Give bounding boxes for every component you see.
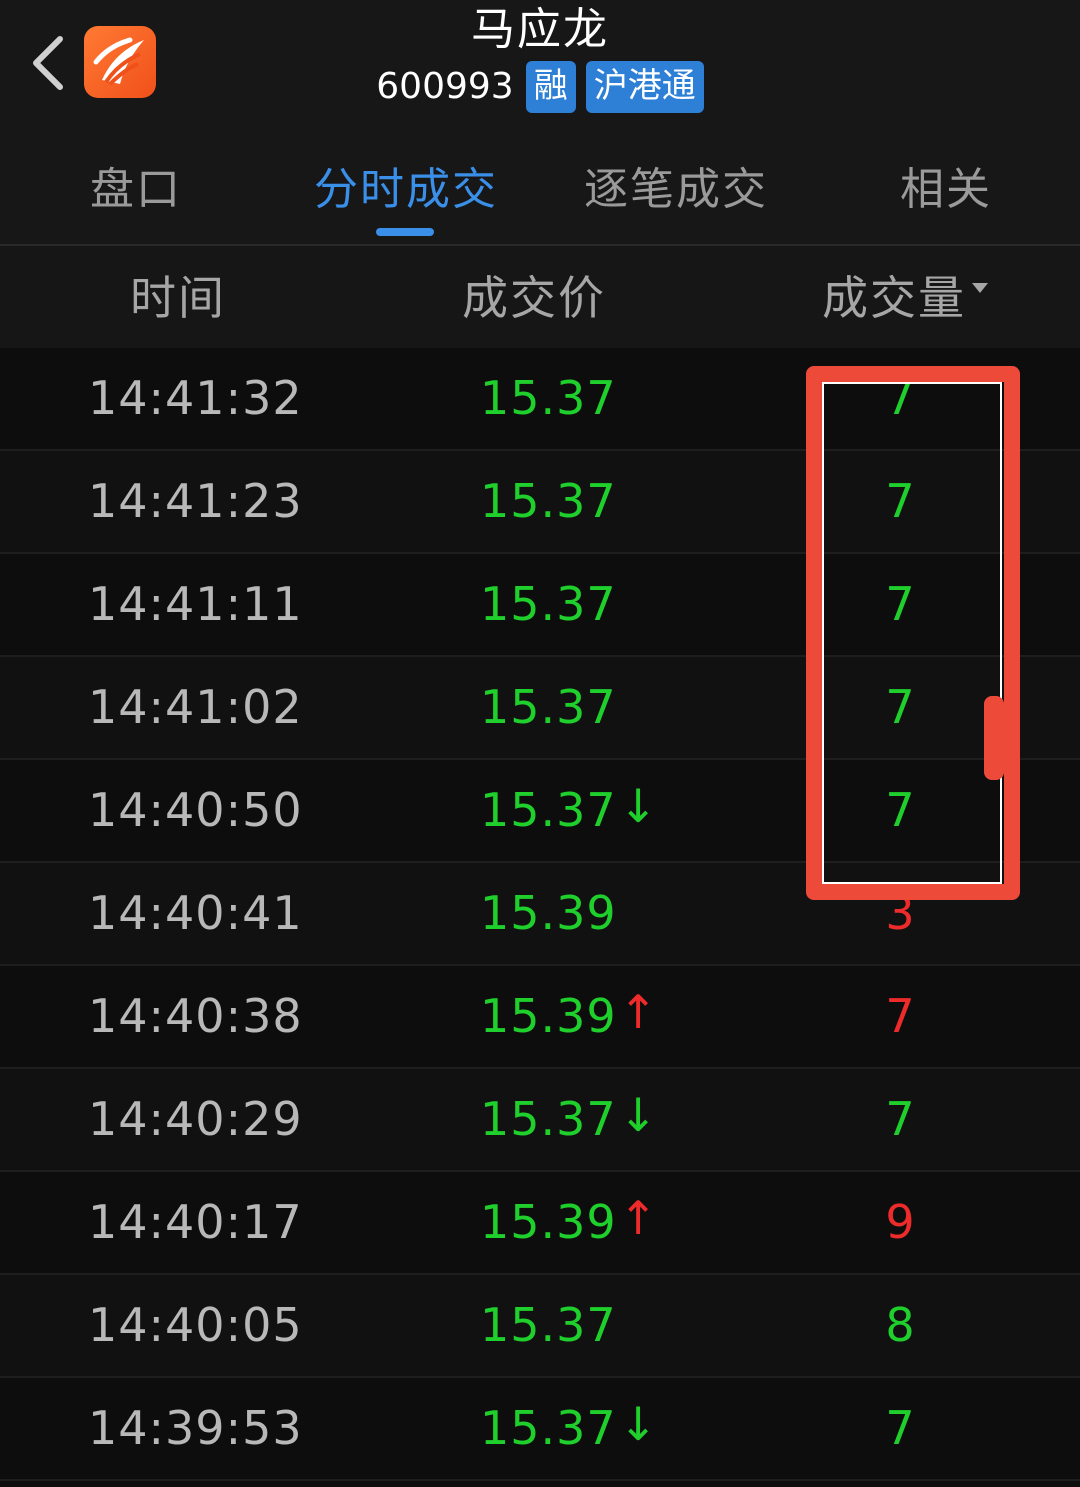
table-row[interactable]: 14:41:02 15.37 7: [0, 657, 1080, 760]
trade-list[interactable]: 14:41:32 15.37 7 14:41:23 15.37 7 14:41:11 15.3…: [0, 348, 1080, 1481]
trade-volume: 3: [885, 886, 915, 940]
stock-connect-badge: 沪港通: [585, 61, 704, 113]
table-row[interactable]: 14:39:53 15.37↓ 7: [0, 1378, 1080, 1481]
trade-volume: 7: [885, 680, 915, 734]
trade-price-value: 15.37: [480, 680, 617, 734]
margin-badge: 融: [525, 61, 576, 113]
trade-price: 15.37↓: [480, 1397, 659, 1458]
trade-time: 14:40:41: [88, 886, 303, 940]
trade-time: 14:41:02: [88, 680, 303, 734]
table-header: 时间 成交价 成交量: [0, 246, 1080, 348]
trade-price-value: 15.39: [480, 989, 617, 1043]
trade-volume: 7: [885, 371, 915, 425]
header-bar: 马应龙 600993 融 沪港通: [0, 0, 1080, 130]
trade-time: 14:40:29: [88, 1092, 303, 1146]
table-row[interactable]: 14:40:38 15.39↑ 7: [0, 966, 1080, 1069]
trade-time: 14:41:32: [88, 371, 303, 425]
tab-order-book[interactable]: 盘口: [88, 160, 184, 220]
scrollbar-thumb[interactable]: [984, 696, 1004, 780]
trade-price: 15.39↑: [480, 1191, 659, 1252]
trade-volume: 7: [885, 989, 915, 1043]
trade-time: 14:40:50: [88, 783, 303, 837]
trade-price: 15.39↑: [480, 985, 659, 1046]
stock-code: 600993: [376, 66, 514, 107]
trade-price-value: 15.37: [480, 1298, 617, 1352]
trade-price: 15.37↓: [480, 1088, 659, 1149]
trade-time: 14:40:38: [88, 989, 303, 1043]
trade-volume: 7: [885, 577, 915, 631]
tab-time-trades[interactable]: 分时成交: [310, 160, 502, 220]
arrow-down-icon: ↓: [618, 1088, 659, 1142]
table-row[interactable]: 14:41:32 15.37 7: [0, 348, 1080, 451]
column-header-volume[interactable]: 成交量: [822, 268, 988, 328]
trade-price: 15.37: [480, 1295, 617, 1355]
trade-price: 15.37: [480, 574, 617, 634]
table-row[interactable]: 14:40:05 15.37 8: [0, 1275, 1080, 1378]
trade-time: 14:40:05: [88, 1298, 303, 1352]
trade-time: 14:40:17: [88, 1195, 303, 1249]
trade-price: 15.39: [480, 883, 617, 943]
column-header-price: 成交价: [462, 271, 606, 325]
active-tab-indicator: [376, 228, 434, 236]
trade-time: 14:41:23: [88, 474, 303, 528]
trade-price-value: 15.37: [480, 371, 617, 425]
trade-price: 15.37: [480, 471, 617, 531]
trade-volume: 7: [885, 783, 915, 837]
trade-time: 14:39:53: [88, 1401, 303, 1455]
trade-time: 14:41:11: [88, 577, 303, 631]
stock-name: 马应龙: [471, 4, 609, 55]
table-row[interactable]: 14:41:11 15.37 7: [0, 554, 1080, 657]
table-row[interactable]: 14:41:23 15.37 7: [0, 451, 1080, 554]
stock-code-row: 600993 融 沪港通: [0, 60, 1080, 114]
table-row[interactable]: 14:40:41 15.39 3: [0, 863, 1080, 966]
tab-tick-trades[interactable]: 逐笔成交: [580, 160, 772, 220]
arrow-up-icon: ↑: [618, 1191, 659, 1245]
arrow-down-icon: ↓: [618, 1397, 659, 1451]
sort-caret-icon: [972, 282, 988, 293]
trade-price: 15.37: [480, 677, 617, 737]
trade-volume: 8: [885, 1298, 915, 1352]
trade-price: 15.37: [480, 368, 617, 428]
trade-volume: 7: [885, 1401, 915, 1455]
arrow-up-icon: ↑: [618, 985, 659, 1039]
app-root: 马应龙 600993 融 沪港通 盘口 分时成交 逐笔成交 相关 时间 成交价 …: [0, 0, 1080, 1487]
table-row[interactable]: 14:40:50 15.37↓ 7: [0, 760, 1080, 863]
table-row[interactable]: 14:40:29 15.37↓ 7: [0, 1069, 1080, 1172]
trade-volume: 7: [885, 474, 915, 528]
arrow-down-icon: ↓: [618, 779, 659, 833]
tab-related[interactable]: 相关: [898, 160, 994, 220]
trade-price-value: 15.37: [480, 1401, 617, 1455]
trade-price-value: 15.37: [480, 783, 617, 837]
trade-price-value: 15.37: [480, 474, 617, 528]
trade-price-value: 15.39: [480, 886, 617, 940]
trade-volume: 7: [885, 1092, 915, 1146]
trade-price: 15.37↓: [480, 779, 659, 840]
tab-bar: 盘口 分时成交 逐笔成交 相关: [0, 130, 1080, 246]
column-header-time: 时间: [130, 271, 226, 325]
trade-price-value: 15.37: [480, 577, 617, 631]
trade-volume: 9: [885, 1195, 915, 1249]
trade-price-value: 15.39: [480, 1195, 617, 1249]
trade-price-value: 15.37: [480, 1092, 617, 1146]
table-row[interactable]: 14:40:17 15.39↑ 9: [0, 1172, 1080, 1275]
column-header-volume-label: 成交量: [822, 271, 966, 325]
